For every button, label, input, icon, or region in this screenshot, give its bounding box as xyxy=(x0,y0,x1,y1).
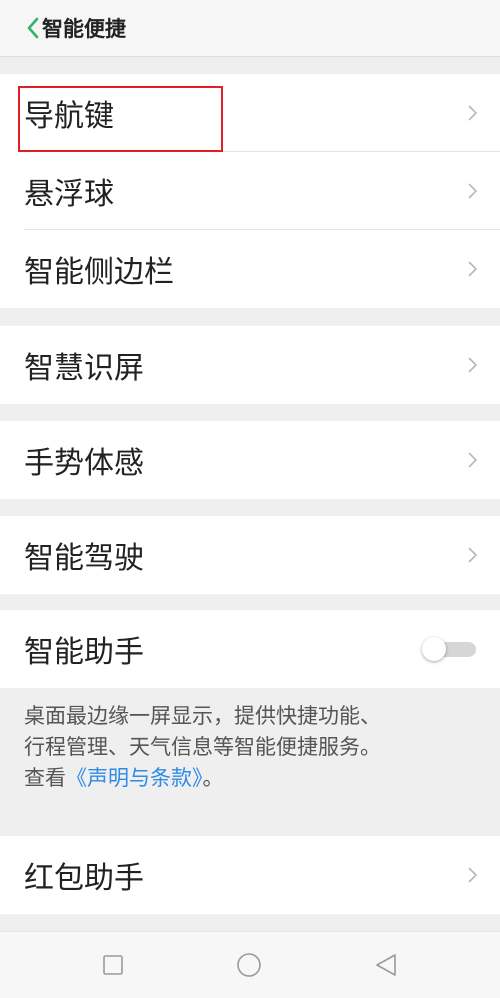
settings-item-label: 智能驾驶 xyxy=(24,541,144,576)
terms-link[interactable]: 《声明与条款》 xyxy=(66,766,203,790)
settings-group-assistant: 智能助手 xyxy=(0,610,500,688)
chevron-right-icon xyxy=(468,183,478,199)
settings-item-smart-sidebar[interactable]: 智能侧边栏 xyxy=(0,230,500,308)
home-icon[interactable] xyxy=(236,952,262,978)
settings-item-label: 智能侧边栏 xyxy=(24,255,174,290)
description-line: 查看《声明与条款》。 xyxy=(24,763,476,794)
description-text: 查看 xyxy=(24,766,66,790)
chevron-right-icon xyxy=(468,867,478,883)
title-bar: 智能便捷 xyxy=(0,0,500,57)
page-title: 智能便捷 xyxy=(42,17,126,41)
settings-item-label: 红包助手 xyxy=(24,861,144,896)
chevron-right-icon xyxy=(468,261,478,277)
toggle-knob xyxy=(422,637,446,661)
settings-item-smart-driving[interactable]: 智能驾驶 xyxy=(0,516,500,594)
system-navigation-bar xyxy=(0,931,500,998)
settings-group-red-packet: 红包助手 xyxy=(0,836,500,914)
description-text: 。 xyxy=(202,766,224,790)
settings-item-floating-ball[interactable]: 悬浮球 xyxy=(0,152,500,230)
settings-item-label: 智能助手 xyxy=(24,635,144,670)
settings-item-label: 悬浮球 xyxy=(24,177,114,212)
chevron-right-icon xyxy=(468,357,478,373)
back-icon[interactable] xyxy=(373,952,399,978)
description-line: 桌面最边缘一屏显示，提供快捷功能、 xyxy=(24,704,381,728)
smart-assistant-toggle[interactable] xyxy=(422,637,478,661)
settings-item-gestures-motion[interactable]: 手势体感 xyxy=(0,421,500,499)
chevron-right-icon xyxy=(468,452,478,468)
highlight-annotation-box xyxy=(18,86,223,152)
settings-group-driving: 智能驾驶 xyxy=(0,516,500,594)
recent-apps-icon[interactable] xyxy=(100,952,126,978)
settings-group-gestures: 手势体感 xyxy=(0,421,500,499)
settings-item-red-packet-assistant[interactable]: 红包助手 xyxy=(0,836,500,914)
chevron-right-icon xyxy=(468,105,478,121)
settings-item-label: 手势体感 xyxy=(24,446,144,481)
chevron-right-icon xyxy=(468,547,478,563)
description-line: 行程管理、天气信息等智能便捷服务。 xyxy=(24,735,381,759)
assistant-description: 桌面最边缘一屏显示，提供快捷功能、 行程管理、天气信息等智能便捷服务。 查看《声… xyxy=(0,688,500,835)
chevron-left-icon xyxy=(27,17,39,39)
settings-item-label: 智慧识屏 xyxy=(24,351,144,386)
settings-group-screen-recognition: 智慧识屏 xyxy=(0,326,500,404)
settings-item-smart-screen-recognition[interactable]: 智慧识屏 xyxy=(0,326,500,404)
back-button[interactable] xyxy=(0,0,40,56)
settings-item-smart-assistant: 智能助手 xyxy=(0,610,500,688)
